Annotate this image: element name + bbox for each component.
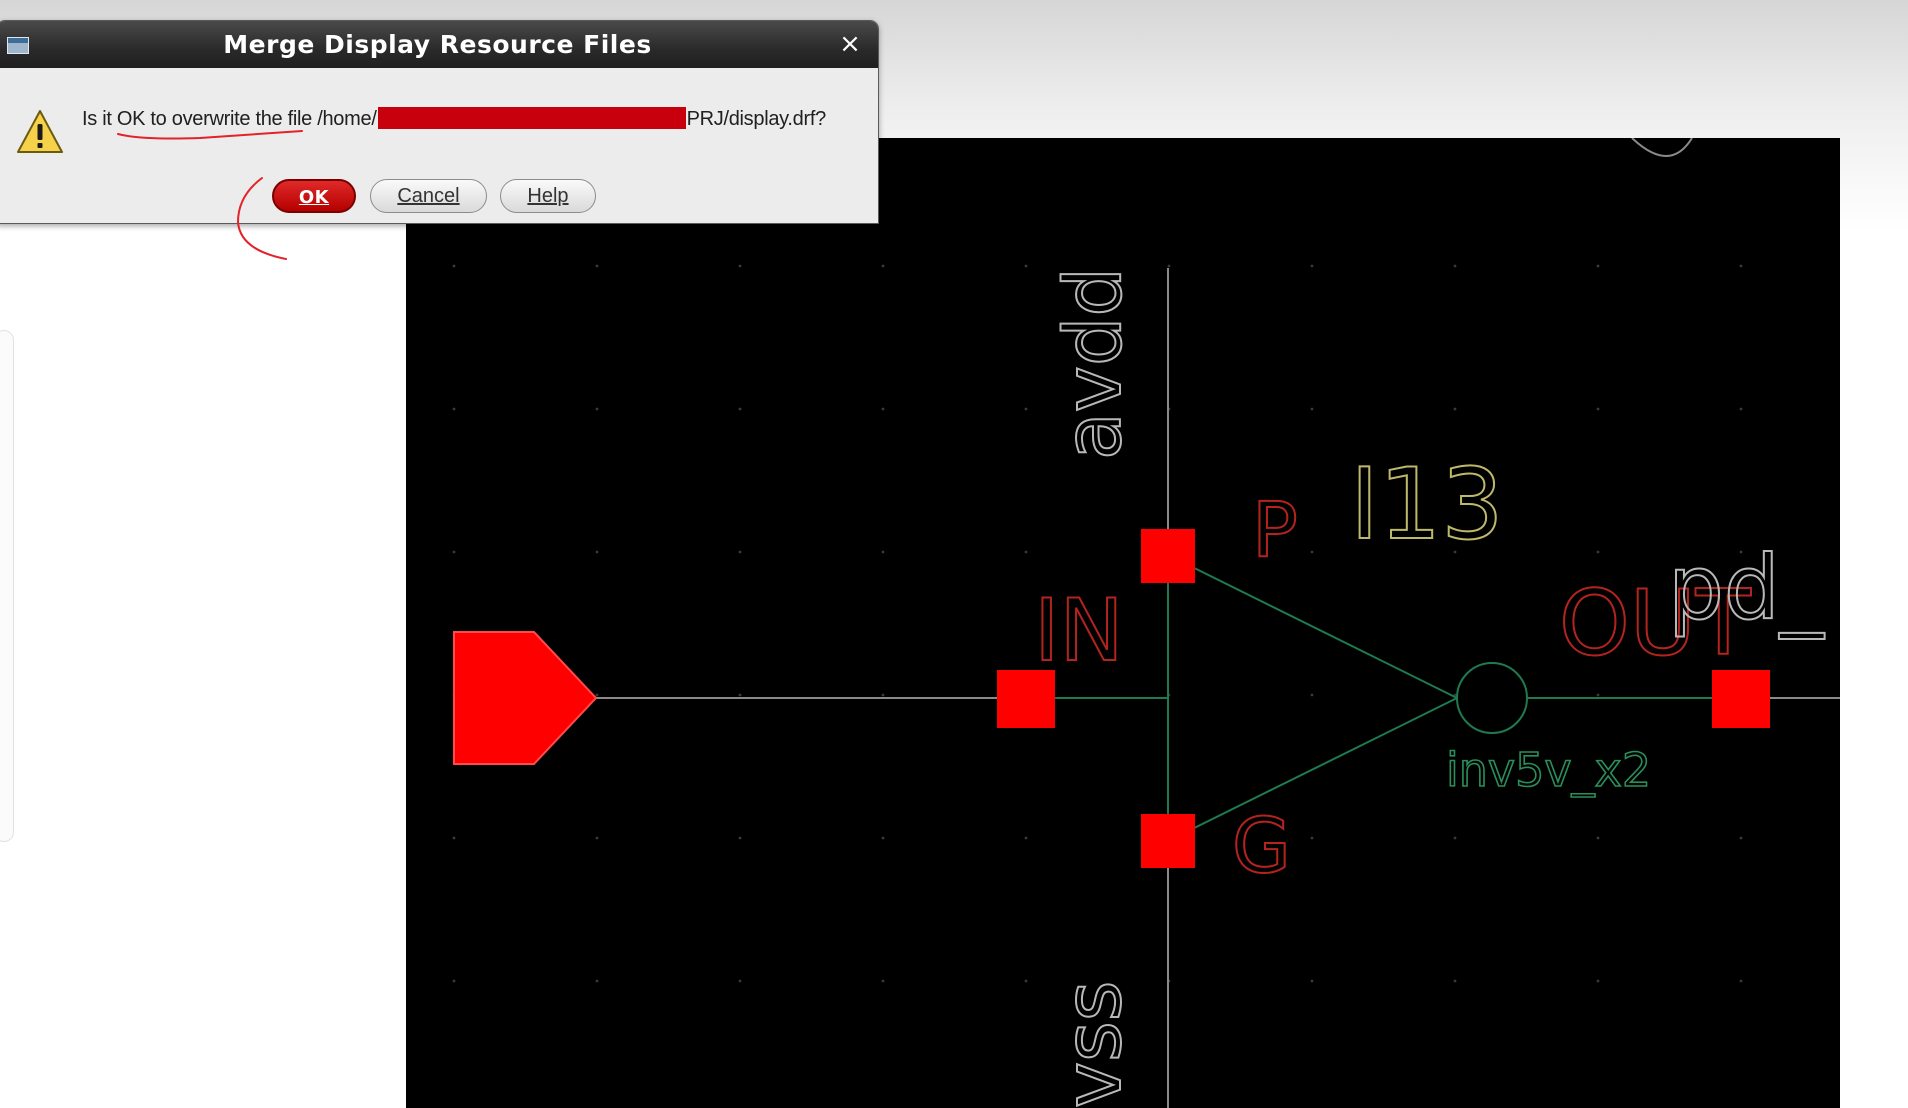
canvas-upper-area xyxy=(892,138,1840,224)
grid-dot xyxy=(1739,979,1743,983)
net-label-vss: vss xyxy=(1049,981,1139,1108)
merge-display-dialog: Merge Display Resource Files × Is it OK … xyxy=(0,20,879,224)
grid-dot xyxy=(595,264,599,268)
grid-dot xyxy=(1596,264,1600,268)
cell-name-label: inv5v_x2 xyxy=(1446,743,1651,797)
schematic-canvas[interactable]: avdd vss I13 P IN G OUT pd_ inv5v_x2 xyxy=(406,138,1840,1108)
grid-dot xyxy=(1596,550,1600,554)
grid-dot xyxy=(738,979,742,983)
grid-dot xyxy=(1596,836,1600,840)
schematic-drawing: avdd vss I13 P IN G OUT pd_ inv5v_x2 xyxy=(406,138,1840,1108)
grid-dot xyxy=(1739,407,1743,411)
grid-dot xyxy=(595,693,599,697)
dialog-title: Merge Display Resource Files xyxy=(223,30,652,59)
pin-p[interactable] xyxy=(1141,529,1195,583)
grid-dot xyxy=(452,407,456,411)
grid-dot xyxy=(881,407,885,411)
grid-dot xyxy=(1310,979,1314,983)
grid-dot xyxy=(1024,550,1028,554)
grid-dot xyxy=(452,836,456,840)
grid-dot xyxy=(881,836,885,840)
warning-icon xyxy=(17,110,63,153)
help-button[interactable]: Help xyxy=(500,179,596,213)
message-suffix: PRJ/display.drf? xyxy=(686,108,827,130)
pin-label-g: G xyxy=(1232,801,1291,890)
grid-dot xyxy=(595,979,599,983)
grid-dot xyxy=(738,550,742,554)
grid-dot xyxy=(1453,979,1457,983)
dialog-message: Is it OK to overwrite the file /home/PRJ… xyxy=(82,107,826,131)
grid-dot xyxy=(452,264,456,268)
net-label-pd: pd_ xyxy=(1668,536,1825,639)
pin-label-in: IN xyxy=(1034,581,1124,681)
grid-dot xyxy=(1453,836,1457,840)
side-panel-edge xyxy=(0,330,14,842)
redacted-path xyxy=(377,107,686,129)
grid-dot xyxy=(1167,264,1171,268)
pin-g[interactable] xyxy=(1141,814,1195,868)
grid-dot xyxy=(1310,693,1314,697)
grid-dot xyxy=(1596,407,1600,411)
dialog-titlebar[interactable]: Merge Display Resource Files × xyxy=(0,21,878,68)
ok-button[interactable]: OK xyxy=(272,179,356,213)
pin-label-p: P xyxy=(1252,485,1298,574)
grid-dot xyxy=(1310,836,1314,840)
grid-dot xyxy=(738,693,742,697)
close-button[interactable]: × xyxy=(836,30,864,58)
grid-dot xyxy=(1596,693,1600,697)
grid-dot xyxy=(738,407,742,411)
grid-dot xyxy=(1024,407,1028,411)
grid-dot xyxy=(881,550,885,554)
grid-dot xyxy=(738,264,742,268)
grid-dot xyxy=(1596,979,1600,983)
grid-dot xyxy=(1024,264,1028,268)
grid-dot xyxy=(595,550,599,554)
grid-dot xyxy=(595,407,599,411)
grid-dot xyxy=(738,836,742,840)
instance-name-label: I13 xyxy=(1350,448,1504,562)
grid-dot xyxy=(1310,407,1314,411)
cancel-button[interactable]: Cancel xyxy=(370,179,487,213)
grid-dot xyxy=(452,550,456,554)
grid-dot xyxy=(881,979,885,983)
grid-dot xyxy=(1024,979,1028,983)
grid-dot xyxy=(595,836,599,840)
grid-dot xyxy=(1310,264,1314,268)
grid-dot xyxy=(881,693,885,697)
grid-dot xyxy=(1739,264,1743,268)
grid-dot xyxy=(1310,550,1314,554)
grid-dot xyxy=(1453,407,1457,411)
net-label-avdd: avdd xyxy=(1049,267,1139,460)
grid-dot xyxy=(1739,836,1743,840)
grid-dot xyxy=(881,264,885,268)
pin-out[interactable] xyxy=(1712,670,1770,728)
grid-dot xyxy=(452,979,456,983)
grid-dot xyxy=(1024,836,1028,840)
grid-dot xyxy=(1453,264,1457,268)
message-prefix: Is it OK to overwrite the file /home/ xyxy=(82,108,377,130)
